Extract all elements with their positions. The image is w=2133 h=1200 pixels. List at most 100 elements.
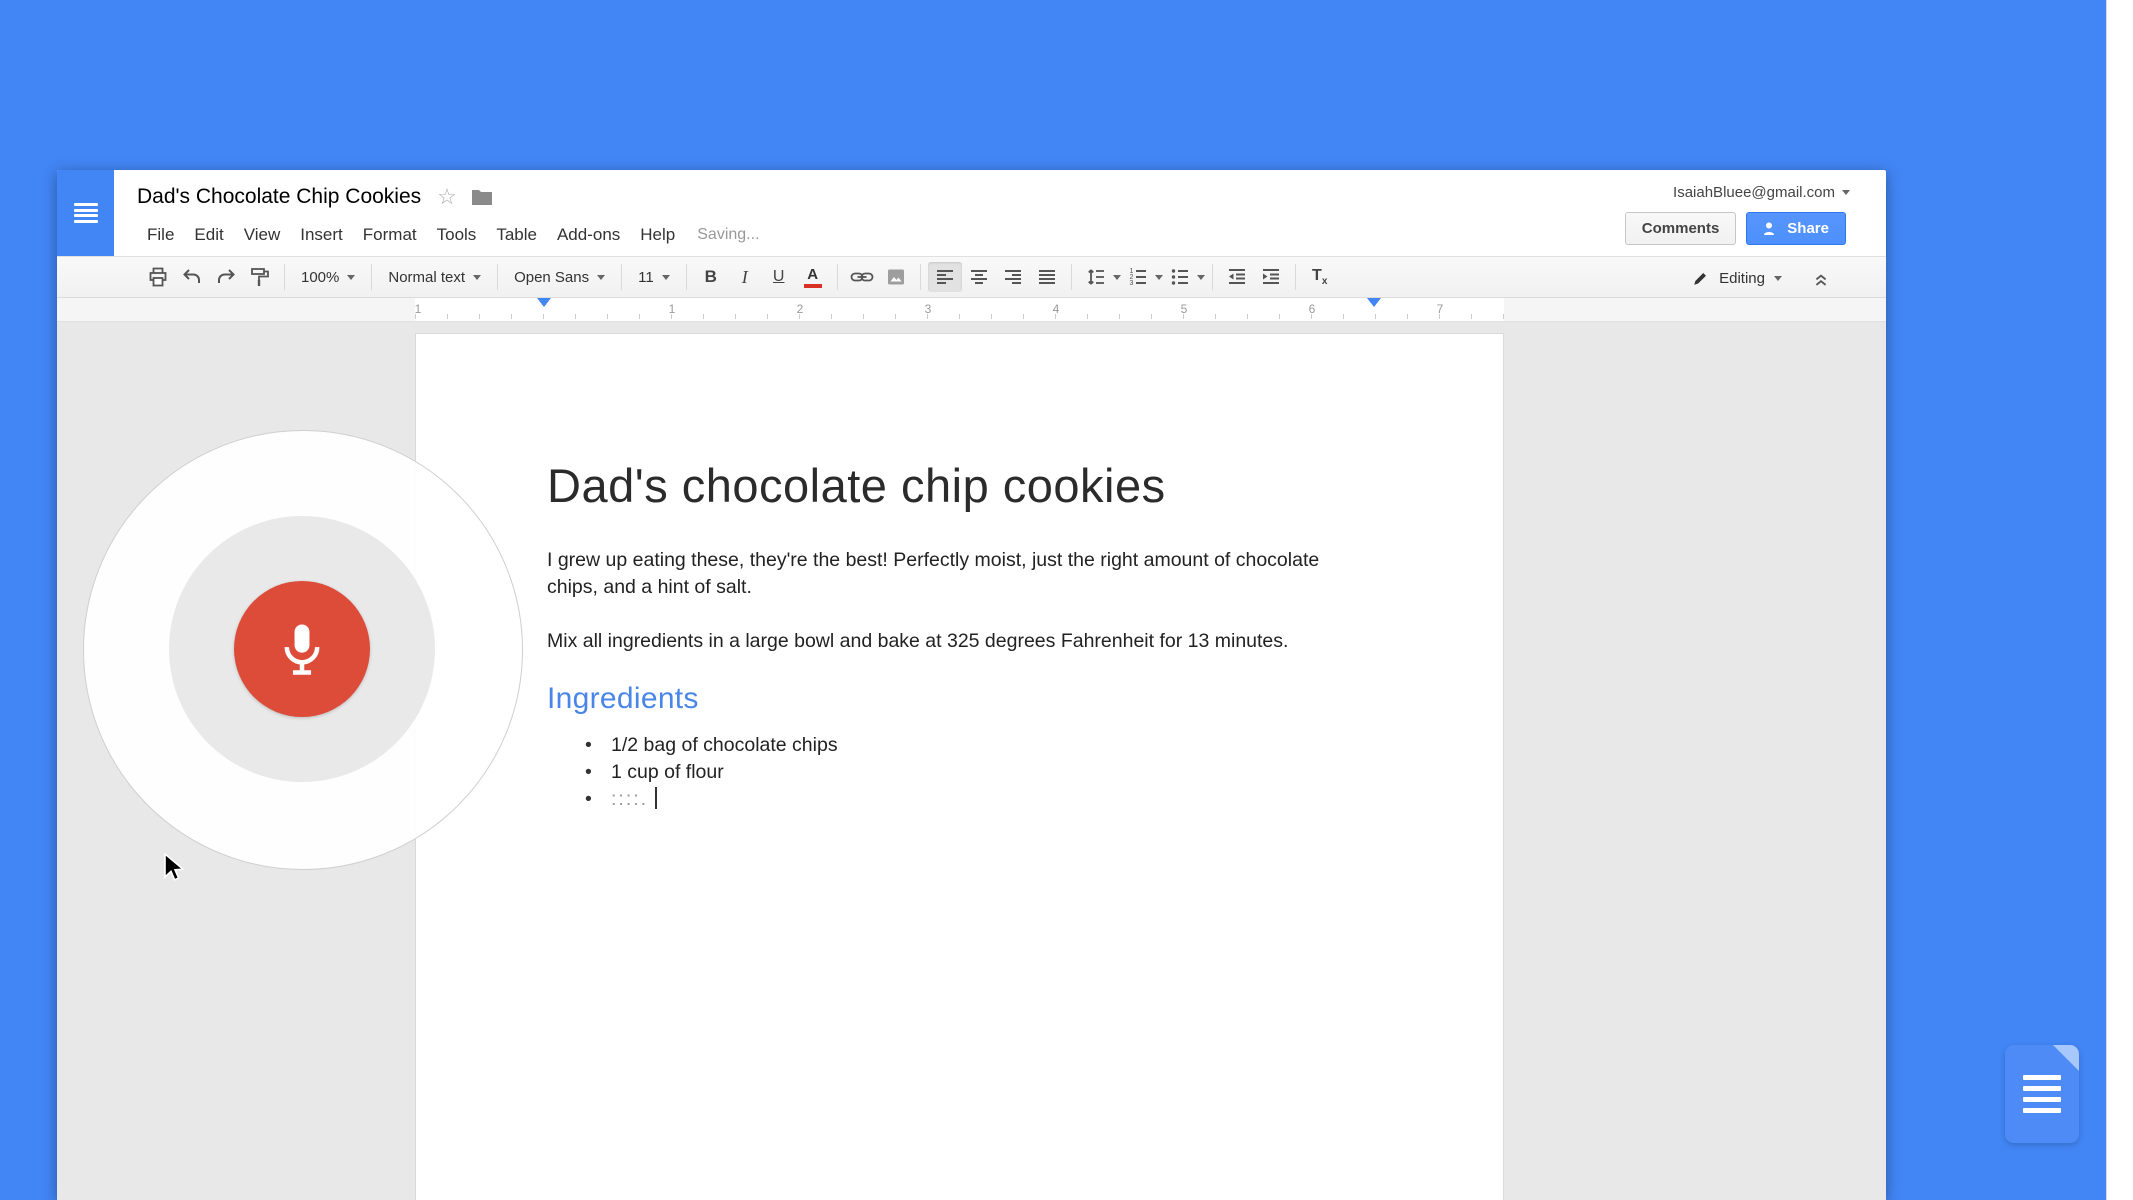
- right-indent-marker[interactable]: [1367, 298, 1381, 307]
- badge-lines-icon: [2023, 1075, 2061, 1113]
- font-size-value: 11: [638, 269, 654, 286]
- ruler-strip: 1 1 2 3 4 5 6 7: [415, 298, 1504, 321]
- google-docs-window: Dad's Chocolate Chip Cookies ☆ IsaiahBlu…: [57, 170, 1886, 1200]
- chevron-down-icon[interactable]: [1155, 275, 1163, 280]
- doc-paragraph[interactable]: I grew up eating these, they're the best…: [547, 547, 1373, 601]
- scrollbar[interactable]: [2106, 0, 2133, 1200]
- desktop: Dad's Chocolate Chip Cookies ☆ IsaiahBlu…: [0, 0, 2133, 1200]
- menu-tools[interactable]: Tools: [427, 222, 487, 248]
- ruler-number: 1: [669, 302, 676, 316]
- list-item[interactable]: ::::.: [611, 786, 1373, 813]
- menu-insert[interactable]: Insert: [290, 222, 353, 248]
- bulleted-list-icon: [1168, 265, 1192, 289]
- link-icon: [849, 265, 875, 289]
- text-color-icon: A: [804, 267, 822, 288]
- chevron-down-icon: [473, 275, 481, 280]
- toolbar: 100% Normal text Open Sans 11 B I U: [57, 256, 1886, 298]
- menu-help[interactable]: Help: [630, 222, 685, 248]
- bulleted-list-button[interactable]: [1163, 262, 1197, 292]
- ruler-number: 3: [925, 302, 932, 316]
- mode-label: Editing: [1719, 270, 1765, 287]
- ruler-number: 5: [1181, 302, 1188, 316]
- doc-heading-ingredients[interactable]: Ingredients: [547, 682, 1373, 717]
- align-center-button[interactable]: [962, 262, 996, 292]
- menu-view[interactable]: View: [234, 222, 291, 248]
- folder-icon[interactable]: [471, 188, 493, 206]
- header-buttons: Comments Share: [1625, 212, 1846, 245]
- list-item[interactable]: 1 cup of flour: [611, 759, 1373, 786]
- share-button[interactable]: Share: [1746, 212, 1846, 245]
- bold-button[interactable]: B: [694, 262, 728, 292]
- undo-icon: [180, 265, 204, 289]
- indent-icon: [1259, 265, 1283, 289]
- chevron-down-icon: [662, 275, 670, 280]
- mode-button[interactable]: Editing: [1684, 265, 1790, 291]
- toolbar-right: Editing: [1684, 257, 1838, 299]
- left-indent-marker[interactable]: [537, 298, 551, 307]
- ruler-number: 2: [797, 302, 804, 316]
- account-email: IsaiahBluee@gmail.com: [1673, 184, 1835, 201]
- zoom-value: 100%: [301, 269, 339, 286]
- menu-table[interactable]: Table: [486, 222, 547, 248]
- menu-format[interactable]: Format: [353, 222, 427, 248]
- zoom-select[interactable]: 100%: [292, 262, 364, 292]
- clear-formatting-button[interactable]: Tx: [1303, 262, 1337, 292]
- increase-indent-button[interactable]: [1254, 262, 1288, 292]
- ruler: 1 1 2 3 4 5 6 7: [57, 298, 1886, 322]
- voice-typing-mic-button[interactable]: [234, 581, 370, 717]
- share-label: Share: [1787, 220, 1829, 237]
- menu-edit[interactable]: Edit: [184, 222, 233, 248]
- print-button[interactable]: [141, 262, 175, 292]
- title-row: Dad's Chocolate Chip Cookies ☆ IsaiahBlu…: [137, 170, 1886, 218]
- insert-image-button[interactable]: [879, 262, 913, 292]
- chevron-down-icon: [1842, 190, 1850, 195]
- text-color-button[interactable]: A: [796, 262, 830, 292]
- justify-button[interactable]: [1030, 262, 1064, 292]
- align-left-button[interactable]: [928, 262, 962, 292]
- underline-button[interactable]: U: [762, 262, 796, 292]
- styles-select[interactable]: Normal text: [379, 262, 490, 292]
- person-icon: [1763, 222, 1779, 236]
- align-left-icon: [933, 265, 957, 289]
- list-item[interactable]: 1/2 bag of chocolate chips: [611, 732, 1373, 759]
- redo-icon: [214, 265, 238, 289]
- star-icon[interactable]: ☆: [437, 186, 457, 208]
- chevron-down-icon: [347, 275, 355, 280]
- paint-format-button[interactable]: [243, 262, 277, 292]
- menu-file[interactable]: File: [137, 222, 184, 248]
- account-menu[interactable]: IsaiahBluee@gmail.com: [1673, 184, 1850, 201]
- pencil-icon: [1692, 269, 1710, 287]
- ruler-number: 7: [1437, 302, 1444, 316]
- decrease-indent-button[interactable]: [1220, 262, 1254, 292]
- font-value: Open Sans: [514, 269, 589, 286]
- numbered-list-button[interactable]: 123: [1121, 262, 1155, 292]
- ingredients-list: 1/2 bag of chocolate chips 1 cup of flou…: [547, 732, 1373, 813]
- clear-formatting-icon: Tx: [1312, 267, 1327, 287]
- doc-heading-title[interactable]: Dad's chocolate chip cookies: [547, 460, 1373, 513]
- document-title[interactable]: Dad's Chocolate Chip Cookies: [137, 185, 421, 209]
- header: Dad's Chocolate Chip Cookies ☆ IsaiahBlu…: [57, 170, 1886, 256]
- ruler-number: 6: [1309, 302, 1316, 316]
- comments-button[interactable]: Comments: [1625, 212, 1737, 245]
- align-center-icon: [967, 265, 991, 289]
- undo-button[interactable]: [175, 262, 209, 292]
- align-right-button[interactable]: [996, 262, 1030, 292]
- menu-addons[interactable]: Add-ons: [547, 222, 630, 248]
- italic-button[interactable]: I: [728, 262, 762, 292]
- insert-link-button[interactable]: [845, 262, 879, 292]
- redo-button[interactable]: [209, 262, 243, 292]
- mouse-cursor: [163, 853, 189, 881]
- text-cursor: [655, 787, 657, 809]
- ruler-number: 4: [1053, 302, 1060, 316]
- document-page[interactable]: Dad's chocolate chip cookies I grew up e…: [415, 333, 1504, 1200]
- line-spacing-button[interactable]: [1079, 262, 1113, 292]
- font-select[interactable]: Open Sans: [505, 262, 614, 292]
- font-size-select[interactable]: 11: [629, 262, 679, 292]
- doc-paragraph[interactable]: Mix all ingredients in a large bowl and …: [547, 628, 1373, 655]
- collapse-toolbar-button[interactable]: [1804, 263, 1838, 293]
- saving-status: Saving...: [697, 226, 759, 244]
- chevron-down-icon[interactable]: [1113, 275, 1121, 280]
- menu-bar: File Edit View Insert Format Tools Table…: [137, 218, 1886, 252]
- chevron-down-icon[interactable]: [1197, 275, 1205, 280]
- voice-typing-dots: ::::.: [611, 788, 648, 810]
